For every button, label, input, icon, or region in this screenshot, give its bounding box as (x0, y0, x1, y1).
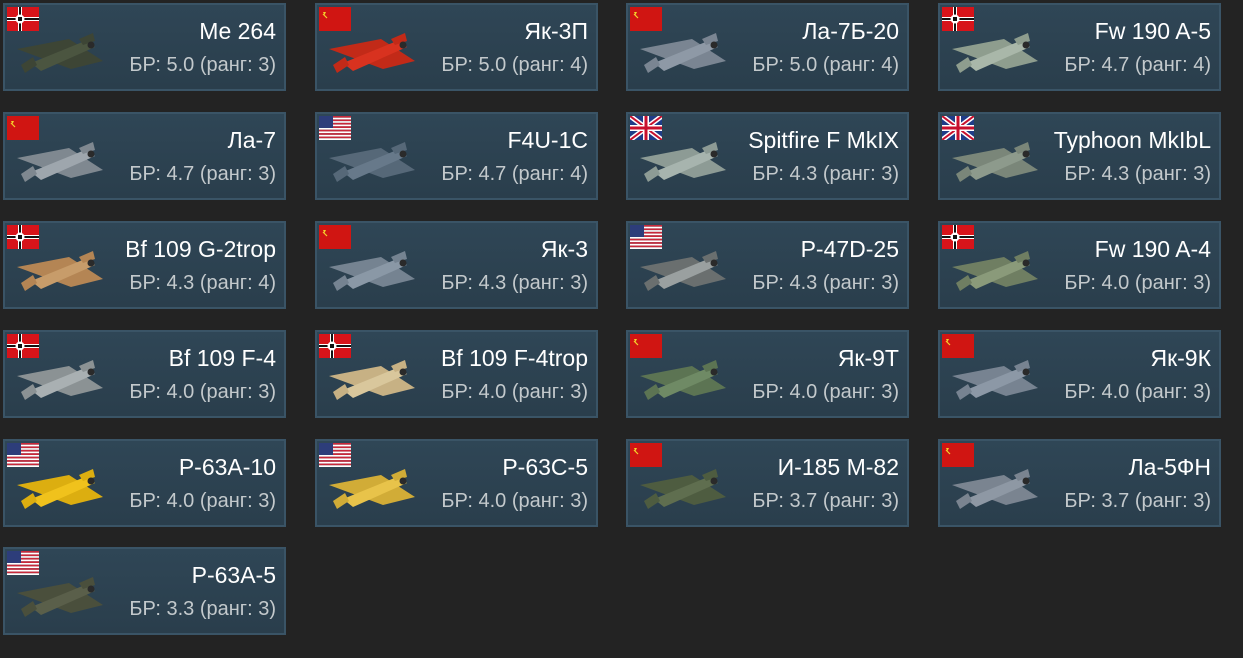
battle-rating: БР: 5.0 (ранг: 3) (129, 54, 276, 76)
battle-rating: БР: 4.3 (ранг: 3) (1064, 163, 1211, 185)
vehicle-name: Ла-5ФН (1128, 454, 1211, 480)
battle-rating: БР: 4.0 (ранг: 3) (441, 490, 588, 512)
battle-rating: БР: 4.3 (ранг: 3) (441, 272, 588, 294)
vehicle-card[interactable]: Ла-7Б-20 БР: 5.0 (ранг: 4) (626, 3, 909, 91)
vehicle-card[interactable]: Me 264 БР: 5.0 (ранг: 3) (3, 3, 286, 91)
vehicle-name: Me 264 (199, 18, 276, 44)
vehicle-name: Як-3П (524, 18, 588, 44)
vehicle-card[interactable]: Як-9К БР: 4.0 (ранг: 3) (938, 330, 1221, 418)
battle-rating: БР: 4.7 (ранг: 4) (1064, 54, 1211, 76)
vehicle-card[interactable]: И-185 М-82 БР: 3.7 (ранг: 3) (626, 439, 909, 527)
vehicle-name: Ла-7 (227, 127, 276, 153)
vehicle-card[interactable]: Bf 109 F-4 БР: 4.0 (ранг: 3) (3, 330, 286, 418)
battle-rating: БР: 4.3 (ранг: 3) (752, 163, 899, 185)
vehicle-card[interactable]: Bf 109 G-2trop БР: 4.3 (ранг: 4) (3, 221, 286, 309)
battle-rating: БР: 4.7 (ранг: 4) (441, 163, 588, 185)
vehicle-name: Bf 109 G-2trop (125, 236, 276, 262)
vehicle-card[interactable]: F4U-1C БР: 4.7 (ранг: 4) (315, 112, 598, 200)
vehicle-name: Fw 190 A-4 (1094, 236, 1211, 262)
vehicle-card[interactable]: Bf 109 F-4trop БР: 4.0 (ранг: 3) (315, 330, 598, 418)
battle-rating: БР: 4.0 (ранг: 3) (129, 490, 276, 512)
vehicle-name: P-63A-5 (191, 562, 276, 588)
battle-rating: БР: 3.7 (ранг: 3) (1064, 490, 1211, 512)
vehicle-card[interactable]: Fw 190 A-5 БР: 4.7 (ранг: 4) (938, 3, 1221, 91)
vehicle-card[interactable]: Typhoon MkIbL БР: 4.3 (ранг: 3) (938, 112, 1221, 200)
vehicle-name: Як-3 (540, 236, 588, 262)
battle-rating: БР: 5.0 (ранг: 4) (752, 54, 899, 76)
battle-rating: БР: 4.0 (ранг: 3) (129, 381, 276, 403)
vehicle-card[interactable]: Як-3 БР: 4.3 (ранг: 3) (315, 221, 598, 309)
battle-rating: БР: 4.3 (ранг: 3) (752, 272, 899, 294)
vehicle-name: Bf 109 F-4trop (440, 345, 588, 371)
vehicle-card[interactable]: P-63A-10 БР: 4.0 (ранг: 3) (3, 439, 286, 527)
battle-rating: БР: 3.3 (ранг: 3) (129, 598, 276, 620)
vehicle-name: Bf 109 F-4 (168, 345, 276, 371)
battle-rating: БР: 4.0 (ранг: 3) (752, 381, 899, 403)
battle-rating: БР: 5.0 (ранг: 4) (441, 54, 588, 76)
vehicle-card[interactable]: P-63C-5 БР: 4.0 (ранг: 3) (315, 439, 598, 527)
vehicle-card[interactable]: Spitfire F MkIX БР: 4.3 (ранг: 3) (626, 112, 909, 200)
battle-rating: БР: 4.0 (ранг: 3) (441, 381, 588, 403)
battle-rating: БР: 3.7 (ранг: 3) (752, 490, 899, 512)
battle-rating: БР: 4.0 (ранг: 3) (1064, 272, 1211, 294)
vehicle-name: P-47D-25 (800, 236, 899, 262)
vehicle-card[interactable]: Ла-5ФН БР: 3.7 (ранг: 3) (938, 439, 1221, 527)
vehicle-grid: Me 264 БР: 5.0 (ранг: 3) Як-3П БР: 5.0 (ран… (0, 0, 1243, 658)
vehicle-card[interactable]: P-47D-25 БР: 4.3 (ранг: 3) (626, 221, 909, 309)
vehicle-name: Як-9Т (837, 345, 899, 371)
vehicle-name: F4U-1C (507, 127, 588, 153)
battle-rating: БР: 4.3 (ранг: 4) (129, 272, 276, 294)
vehicle-name: Typhoon MkIbL (1053, 127, 1211, 153)
vehicle-name: P-63C-5 (502, 454, 588, 480)
vehicle-name: И-185 М-82 (777, 454, 899, 480)
vehicle-card[interactable]: Як-9Т БР: 4.0 (ранг: 3) (626, 330, 909, 418)
vehicle-card[interactable]: P-63A-5 БР: 3.3 (ранг: 3) (3, 547, 286, 635)
battle-rating: БР: 4.0 (ранг: 3) (1064, 381, 1211, 403)
vehicle-card[interactable]: Ла-7 БР: 4.7 (ранг: 3) (3, 112, 286, 200)
vehicle-name: Spitfire F MkIX (748, 127, 899, 153)
vehicle-card[interactable]: Fw 190 A-4 БР: 4.0 (ранг: 3) (938, 221, 1221, 309)
vehicle-name: Fw 190 A-5 (1094, 18, 1211, 44)
vehicle-card[interactable]: Як-3П БР: 5.0 (ранг: 4) (315, 3, 598, 91)
vehicle-name: Ла-7Б-20 (802, 18, 899, 44)
vehicle-name: P-63A-10 (178, 454, 276, 480)
battle-rating: БР: 4.7 (ранг: 3) (129, 163, 276, 185)
vehicle-name: Як-9К (1150, 345, 1211, 371)
